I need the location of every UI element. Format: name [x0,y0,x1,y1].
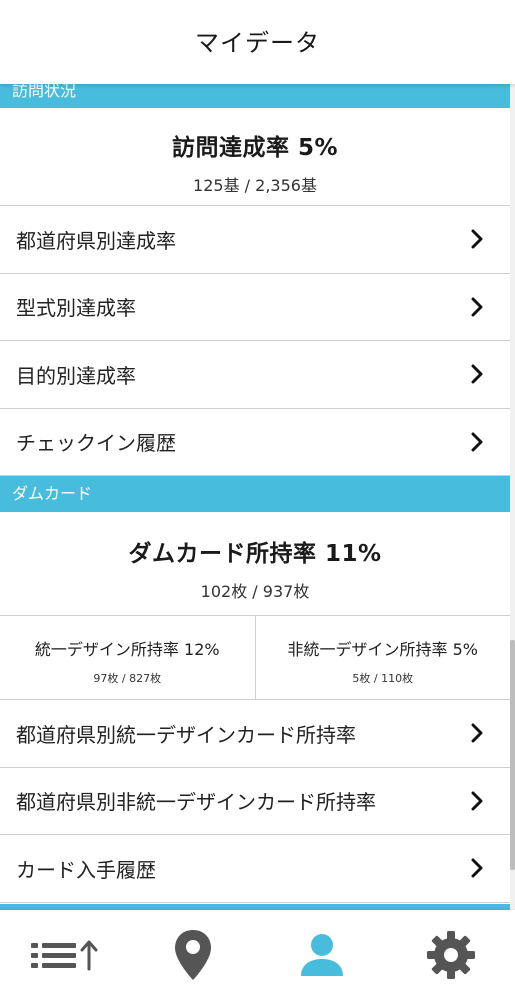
row-prefecture-achievement[interactable]: 都道府県別達成率 [0,206,510,274]
chevron-right-icon [471,364,483,384]
row-label: チェックイン履歴 [16,431,176,456]
unified-design-rate: 統一デザイン所持率 12% [34,640,220,659]
nonunified-design-stat: 非統一デザイン所持率 5% 5枚 / 110枚 [254,616,511,699]
chevron-right-icon [471,723,483,743]
tab-map[interactable] [129,910,258,1000]
chevron-right-icon [471,432,483,452]
nonunified-design-count: 5枚 / 110枚 [352,672,414,685]
damcard-count: 102枚 / 937枚 [200,582,310,601]
scrollbar-thumb[interactable] [510,640,515,870]
scroll-content[interactable]: 訪問状況 訪問達成率 5% 125基 / 2,356基 都道府県別達成率 型式別… [0,84,510,908]
unified-design-stat: 統一デザイン所持率 12% 97枚 / 827枚 [0,616,255,699]
row-label: 都道府県別達成率 [16,228,176,253]
row-label: 都道府県別非統一デザインカード所持率 [16,790,376,815]
user-icon [300,934,343,976]
section-header-damcard: ダムカード [0,476,510,512]
nonunified-design-rate: 非統一デザイン所持率 5% [287,640,478,659]
damcard-rate-title: ダムカード所持率 11% [128,541,382,567]
unified-design-count: 97枚 / 827枚 [93,672,162,685]
sorted-list-icon [31,940,98,971]
design-split-stats: 統一デザイン所持率 12% 97枚 / 827枚 非統一デザイン所持率 5% 5… [0,616,510,700]
row-card-history[interactable]: カード入手履歴 [0,835,510,903]
gear-icon [426,931,475,979]
row-purpose-achievement[interactable]: 目的別達成率 [0,341,510,409]
page-title: マイデータ [195,28,320,57]
row-label: カード入手履歴 [16,857,156,882]
tab-list[interactable] [0,910,129,1000]
chevron-right-icon [471,858,483,878]
chevron-right-icon [471,229,483,249]
chevron-right-icon [471,791,483,811]
visit-rate-title: 訪問達成率 5% [171,135,339,161]
chevron-right-icon [471,297,483,317]
tab-bar [0,910,515,1000]
tab-mydata[interactable] [258,910,387,1000]
section-header-damcard-label: ダムカード [12,484,93,503]
app-header: マイデータ [0,0,515,84]
row-checkin-history[interactable]: チェックイン履歴 [0,408,510,476]
row-label: 都道府県別統一デザインカード所持率 [16,722,356,747]
visit-summary: 訪問達成率 5% 125基 / 2,356基 [0,108,510,206]
row-prefecture-unified-cards[interactable]: 都道府県別統一デザインカード所持率 [0,700,510,768]
tab-settings[interactable] [386,910,515,1000]
section-header-visit: 訪問状況 [0,84,510,108]
damcard-summary: ダムカード所持率 11% 102枚 / 937枚 [0,512,510,616]
section-header-visit-label: 訪問状況 [12,84,77,100]
row-type-achievement[interactable]: 型式別達成率 [0,273,510,341]
row-prefecture-nonunified-cards[interactable]: 都道府県別非統一デザインカード所持率 [0,767,510,835]
row-label: 目的別達成率 [16,363,136,388]
visit-count: 125基 / 2,356基 [193,176,317,195]
map-pin-icon [175,930,212,980]
app-screen: マイデータ 訪問状況 訪問達成率 5% 125基 / 2,356基 都道府県別達… [0,0,515,1000]
row-label: 型式別達成率 [16,296,136,321]
